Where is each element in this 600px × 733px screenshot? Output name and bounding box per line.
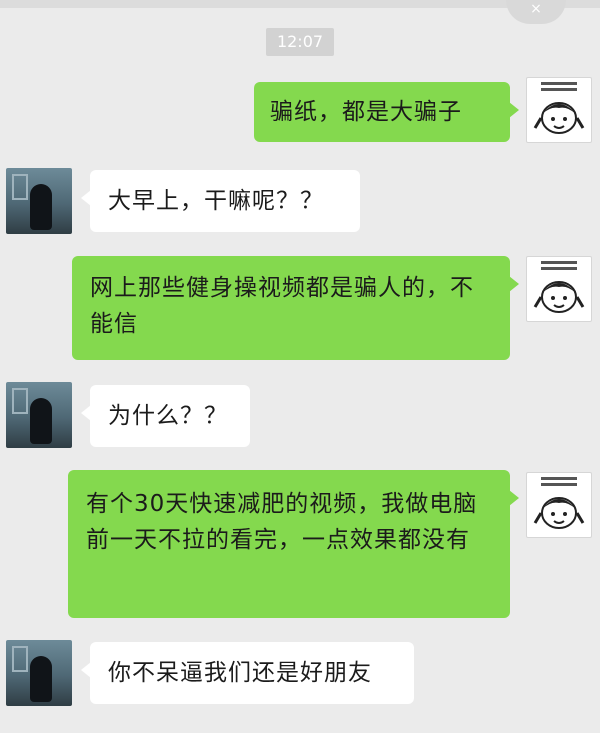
meme-avatar-icon	[533, 82, 585, 134]
message-bubble-outgoing[interactable]: 骗纸，都是大骗子	[254, 82, 519, 142]
message-bubble-incoming[interactable]: 大早上，干嘛呢？？	[81, 170, 360, 232]
photo-avatar-icon	[12, 388, 28, 414]
message-bubble-incoming[interactable]: 你不呆逼我们还是好朋友	[81, 642, 414, 704]
meme-avatar-icon	[533, 261, 585, 313]
friend-avatar[interactable]	[6, 168, 72, 234]
photo-avatar-icon	[12, 174, 28, 200]
message-bubble-outgoing[interactable]: 有个30天快速减肥的视频，我做电脑前一天不拉的看完，一点效果都没有	[68, 470, 519, 618]
message-bubble-incoming[interactable]: 为什么？？	[81, 385, 250, 447]
meme-avatar-icon	[533, 477, 585, 529]
avatar-figure	[30, 656, 52, 702]
close-icon[interactable]: ×	[506, 0, 566, 24]
avatar-figure	[30, 398, 52, 444]
message-bubble-outgoing[interactable]: 网上那些健身操视频都是骗人的，不能信	[72, 256, 519, 360]
photo-avatar-icon	[12, 646, 28, 672]
self-avatar[interactable]	[526, 256, 592, 322]
timestamp: 12:07	[266, 28, 334, 56]
friend-avatar[interactable]	[6, 640, 72, 706]
friend-avatar[interactable]	[6, 382, 72, 448]
self-avatar[interactable]	[526, 77, 592, 143]
self-avatar[interactable]	[526, 472, 592, 538]
avatar-figure	[30, 184, 52, 230]
